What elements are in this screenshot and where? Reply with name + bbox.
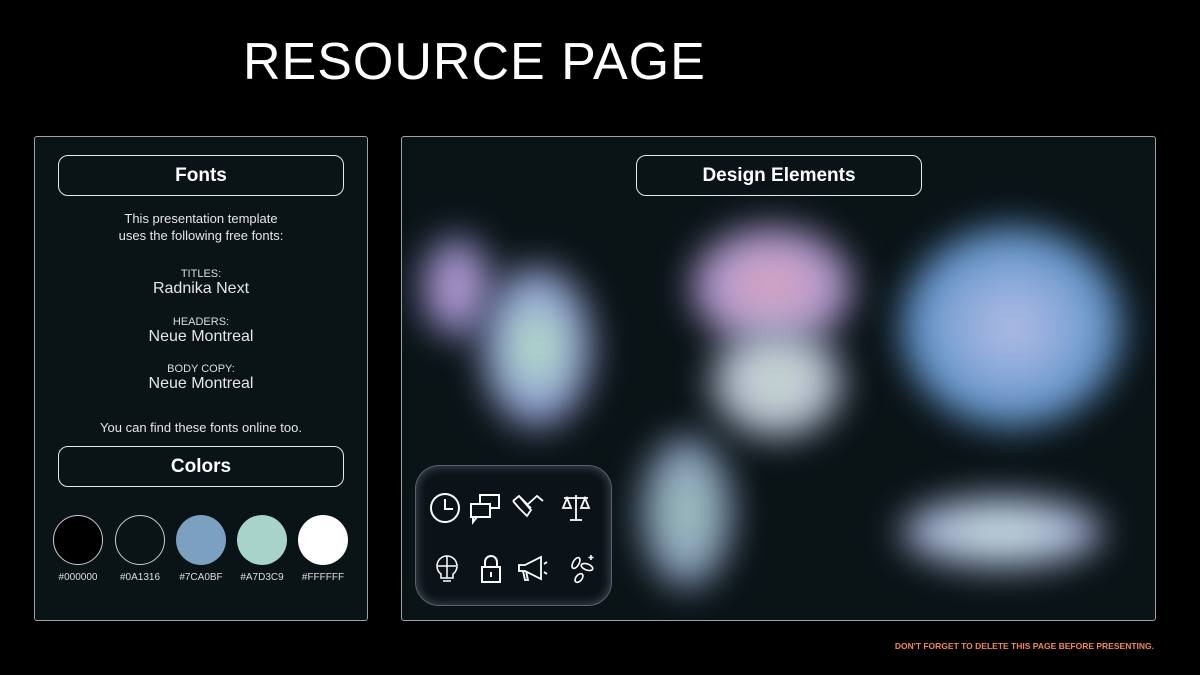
gradient-blob: [642, 437, 732, 587]
clock-icon: [430, 493, 460, 523]
font-value-body: Neue Montreal: [148, 375, 254, 392]
colors-heading: Colors: [58, 446, 344, 487]
fonts-heading: Fonts: [58, 155, 344, 196]
lock-icon: [481, 555, 501, 583]
swatch-label: #FFFFFF: [301, 572, 345, 583]
chat-bubbles-icon: [470, 494, 500, 525]
gradient-blob: [712, 327, 842, 437]
font-value-titles: Radnika Next: [152, 280, 250, 297]
swatch-7ca0bf: [176, 515, 226, 565]
design-elements-heading: Design Elements: [636, 155, 922, 196]
swatch-a7d3c9: [237, 515, 287, 565]
delete-reminder-note: DON'T FORGET TO DELETE THIS PAGE BEFORE …: [894, 641, 1154, 651]
swatch-000000: [53, 515, 103, 565]
megaphone-icon: [518, 555, 548, 581]
swatch-0a1316: [115, 515, 165, 565]
swatch-label: #0A1316: [119, 572, 161, 583]
swatch-label: #7CA0BF: [179, 572, 223, 583]
scales-icon: [561, 495, 591, 521]
coins-icon: [571, 555, 594, 584]
fonts-intro-1: This presentation template: [124, 211, 278, 226]
page-title: RESOURCE PAGE: [243, 33, 706, 91]
fonts-intro-2: uses the following free fonts:: [118, 228, 284, 243]
gradient-blob: [482, 267, 592, 427]
gradient-blob: [902, 497, 1102, 567]
fonts-footer: You can find these fonts online too.: [100, 420, 302, 435]
gradient-blob: [422, 237, 492, 337]
swatch-ffffff: [298, 515, 348, 565]
font-value-headers: Neue Montreal: [148, 328, 254, 345]
handshake-icon: [512, 494, 544, 518]
swatch-label: #000000: [58, 572, 98, 583]
swatch-label: #A7D3C9: [240, 572, 284, 583]
icon-set-card: [415, 465, 612, 606]
lightbulb-puzzle-icon: [436, 555, 458, 582]
gradient-blob: [902, 227, 1122, 427]
